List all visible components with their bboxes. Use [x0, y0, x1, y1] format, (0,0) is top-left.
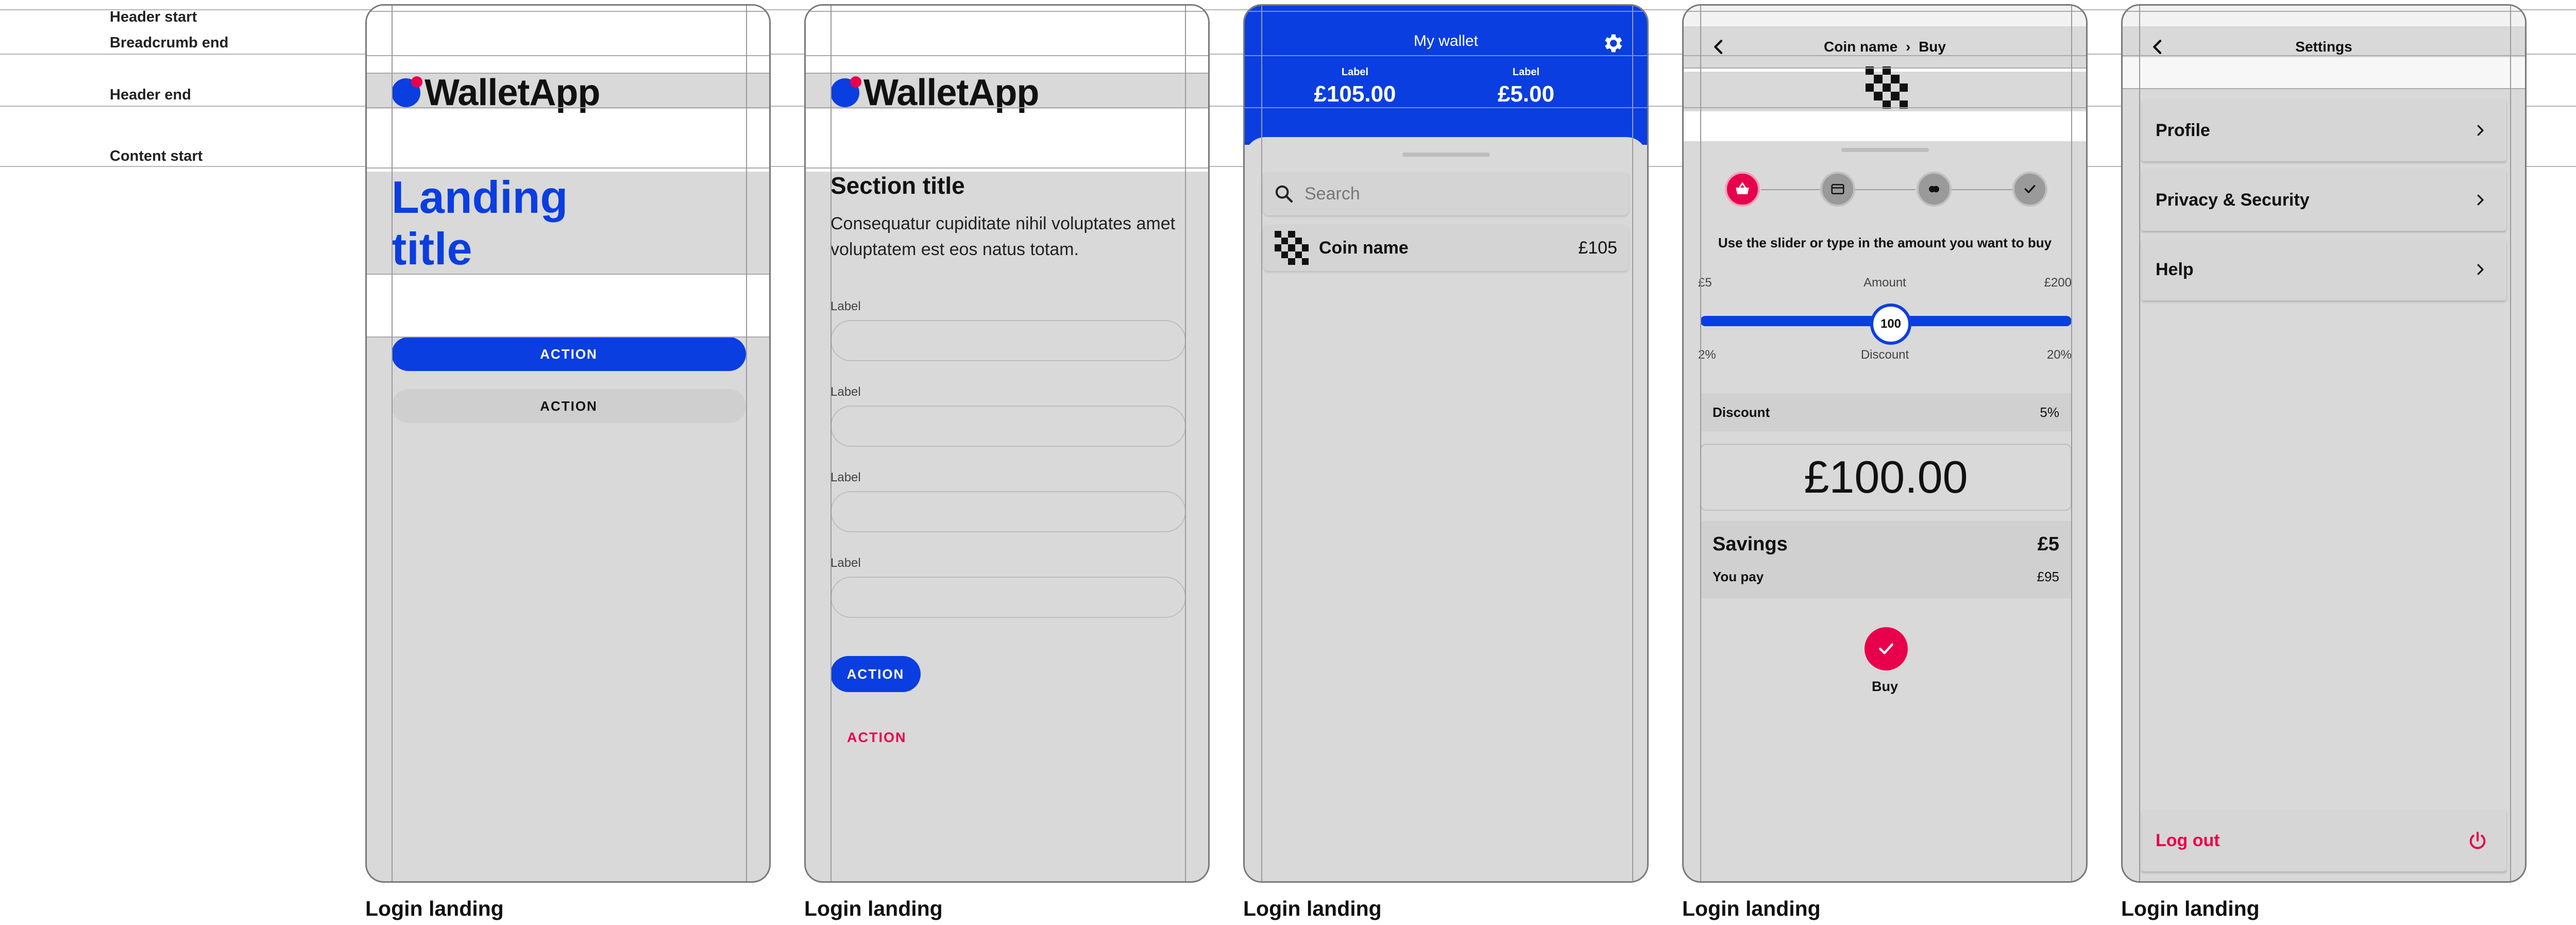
logout-button[interactable]: Log out [2141, 810, 2506, 871]
wallet-stat-label: Label [1341, 66, 1369, 78]
text-field-4[interactable] [831, 577, 1186, 618]
guide-label-header-end: Header end [110, 87, 191, 103]
checker-coin-icon [1866, 66, 1908, 109]
text-field-3[interactable] [831, 491, 1186, 532]
settings-item-label: Profile [2156, 120, 2210, 140]
field-label: Label [831, 470, 861, 484]
field-label: Label [831, 385, 861, 399]
settings-item-label: Privacy & Security [2156, 190, 2310, 210]
discount-value: 5% [2040, 404, 2059, 420]
settings-nav-bar: Settings [2123, 26, 2525, 68]
logo-mark-icon [392, 76, 422, 107]
you-pay-label: You pay [1713, 569, 1764, 584]
landing-primary-action-button[interactable]: ACTION [392, 337, 746, 371]
chevron-right-icon [2477, 125, 2484, 136]
savings-label: Savings [1713, 533, 1788, 555]
artboard-caption: Login landing [2121, 897, 2260, 920]
form-primary-action-button[interactable]: ACTION [831, 656, 921, 692]
section-title: Section title [831, 172, 965, 199]
artboard-caption: Login landing [804, 897, 943, 920]
breadcrumb-current: Buy [1919, 39, 1946, 55]
landing-secondary-action-button[interactable]: ACTION [392, 389, 746, 423]
basket-icon [1736, 182, 1749, 194]
chevron-left-icon[interactable] [1708, 37, 1729, 57]
guide-label-header-start: Header start [110, 9, 197, 25]
settings-title: Settings [2295, 39, 2352, 55]
you-pay-value: £95 [2037, 569, 2059, 584]
coins-icon [1929, 186, 1939, 193]
amount-display[interactable]: £100.00 [1700, 444, 2072, 511]
settings-item-label: Help [2156, 259, 2194, 279]
step-basket[interactable] [1725, 172, 1760, 207]
buy-instruction: Use the slider or type in the amount you… [1718, 235, 2052, 250]
section-body-text: Consequatur cupiditate nihil voluptates … [831, 214, 1176, 259]
discount-row: Discount 5% [1700, 393, 2072, 431]
settings-item-help[interactable]: Help [2141, 239, 2506, 300]
settings-item-profile[interactable]: Profile [2141, 99, 2506, 161]
chevron-right-icon [2477, 194, 2484, 206]
savings-summary: Savings £5 You pay £95 [1700, 521, 2072, 598]
breadcrumb-nav-bar: Coin name › Buy [1684, 26, 2086, 68]
card-icon [1831, 184, 1844, 194]
buy-button[interactable] [1865, 627, 1908, 670]
logo-mark-icon [831, 76, 861, 107]
text-field-1[interactable] [831, 320, 1186, 361]
amount-label: Amount [1863, 276, 1906, 290]
discount-max-label: 20% [2046, 348, 2072, 362]
settings-item-privacy-security[interactable]: Privacy & Security [2141, 169, 2506, 231]
wallet-stat-value: £5.00 [1497, 81, 1555, 107]
form-secondary-action-link[interactable]: ACTION [847, 730, 907, 746]
sheet-drag-handle[interactable] [1841, 148, 1929, 152]
coin-list-item[interactable]: Coin name £105 [1263, 225, 1629, 271]
logout-label: Log out [2156, 830, 2220, 850]
artboard-caption: Login landing [1682, 897, 1821, 920]
buy-label: Buy [1871, 679, 1898, 694]
search-icon [1275, 185, 1293, 203]
check-icon [2024, 185, 2036, 193]
text-field-2[interactable] [831, 406, 1186, 447]
artboard-buy: Coin name › Buy Use the slider or type i… [1682, 4, 2088, 883]
artboard-landing: WalletApp Landing title ACTION ACTION [365, 4, 771, 883]
wallet-stat-1: Label £105.00 [1298, 66, 1412, 107]
breadcrumb-separator: › [1905, 39, 1911, 55]
wallet-bottom-sheet: Coin name £105 [1245, 137, 1647, 881]
step-coins[interactable] [1917, 172, 1952, 207]
checker-coin-icon [1275, 231, 1309, 265]
step-confirm[interactable] [2012, 172, 2047, 207]
power-icon [2469, 832, 2486, 849]
artboard-form: WalletApp Section title Consequatur cupi… [804, 4, 1210, 883]
discount-scale-label: Discount [1860, 348, 1909, 362]
search-input[interactable] [1304, 183, 1593, 204]
step-card[interactable] [1820, 172, 1855, 207]
amount-max-label: £200 [2044, 276, 2072, 290]
guide-label-content-start: Content start [110, 148, 203, 164]
landing-title: Landing title [392, 172, 568, 274]
savings-value: £5 [2037, 533, 2059, 555]
wallet-title: My wallet [1413, 32, 1479, 49]
check-icon [1879, 643, 1893, 654]
breadcrumb-parent[interactable]: Coin name [1824, 39, 1897, 55]
wallet-stat-2: Label £5.00 [1469, 66, 1583, 107]
coin-value: £105 [1578, 238, 1617, 258]
discount-label: Discount [1713, 404, 1770, 420]
artboard-caption: Login landing [365, 897, 504, 920]
wallet-stat-label: Label [1512, 66, 1540, 78]
artboard-settings: Settings Profile Privacy & Security Help… [2121, 4, 2527, 883]
artboard-caption: Login landing [1243, 897, 1382, 920]
artboard-wallet: My wallet Label £105.00 Label £5.00 Sear… [1243, 4, 1649, 883]
sheet-drag-handle[interactable] [1402, 153, 1490, 157]
amount-slider-thumb[interactable]: 100 [1870, 304, 1911, 345]
search-bar [1263, 172, 1629, 215]
breadcrumb: Coin name › Buy [1824, 39, 1946, 55]
chevron-left-icon[interactable] [2147, 37, 2168, 57]
progress-stepper [1725, 172, 2047, 208]
guide-label-breadcrumb-end: Breadcrumb end [110, 35, 229, 51]
wallet-stat-value: £105.00 [1314, 81, 1396, 107]
chevron-right-icon [2477, 264, 2484, 275]
field-label: Label [831, 299, 861, 313]
field-label: Label [831, 556, 861, 570]
coin-name: Coin name [1319, 238, 1409, 258]
gear-icon[interactable] [1601, 31, 1624, 55]
